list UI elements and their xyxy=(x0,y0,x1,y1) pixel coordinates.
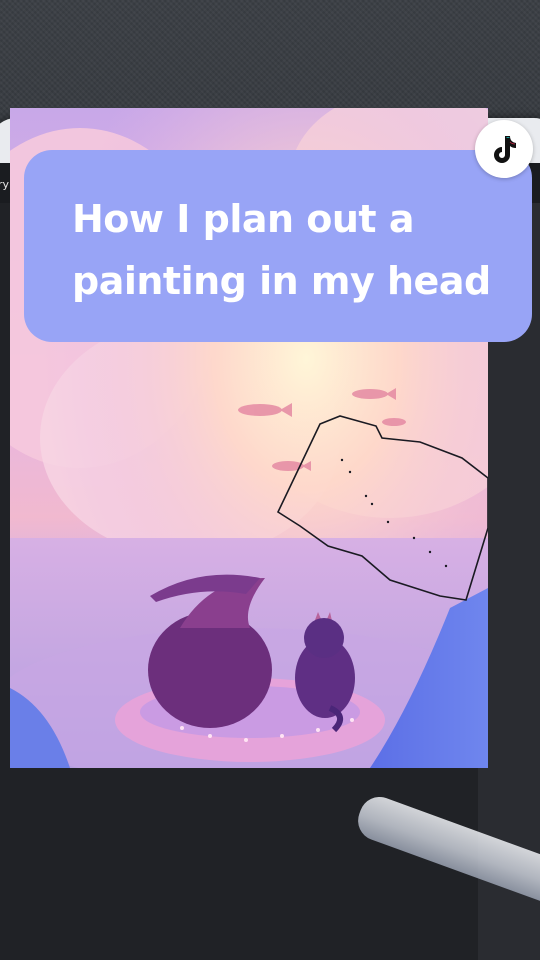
tiktok-logo-icon xyxy=(475,120,533,178)
tiktok-note-icon xyxy=(494,136,516,163)
gallery-link[interactable]: ry xyxy=(0,178,9,191)
video-title: How I plan out a painting in my head xyxy=(72,197,491,303)
video-frame: ry How I plan out a painting in my head xyxy=(0,0,540,960)
title-card: How I plan out a painting in my head xyxy=(24,150,532,342)
